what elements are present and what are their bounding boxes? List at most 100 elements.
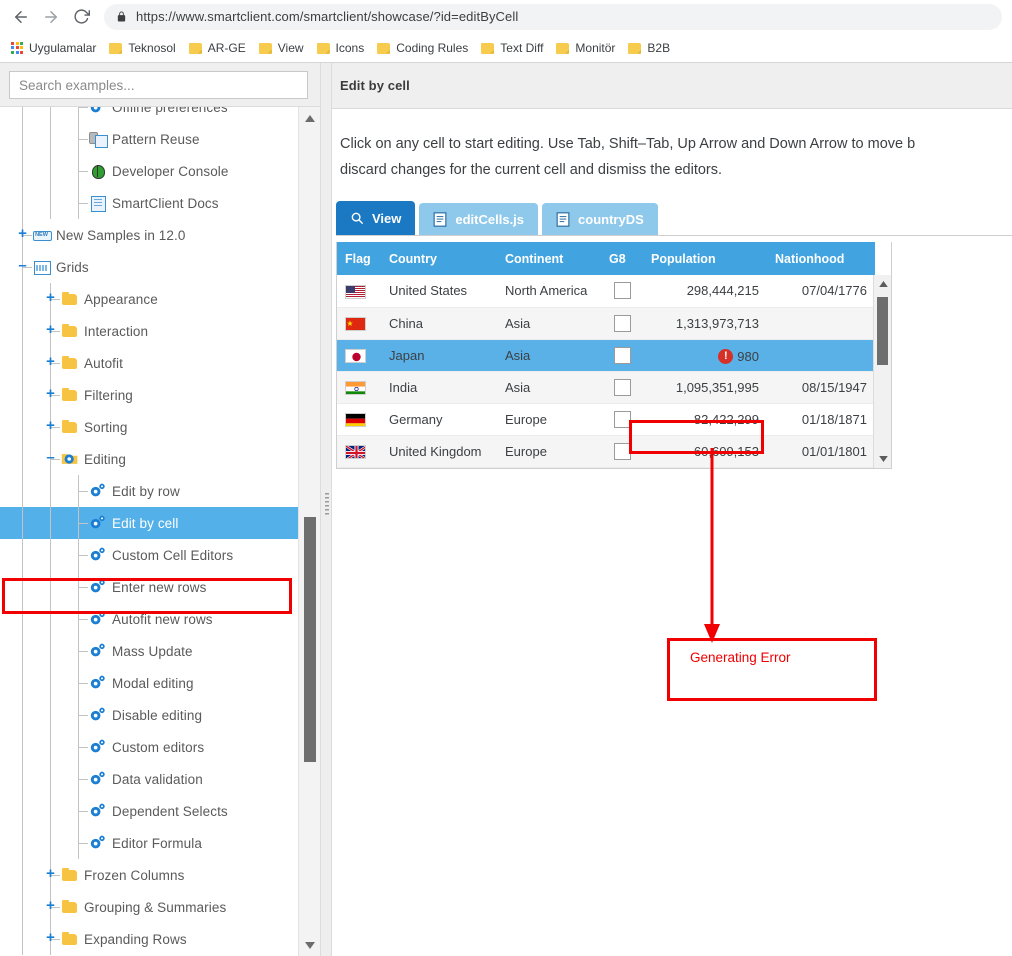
tree-item-pattern-reuse[interactable]: Pattern Reuse <box>0 123 298 155</box>
tree-toggle-collapse-icon[interactable]: – <box>16 258 29 273</box>
tree-toggle-expand-icon[interactable]: + <box>44 866 57 881</box>
bookmark-ar-ge[interactable]: AR-GE <box>184 37 254 59</box>
tree-item-autofit[interactable]: + Autofit <box>0 347 298 379</box>
column-header-continent[interactable]: Continent <box>497 242 601 275</box>
cell-flag[interactable] <box>337 403 381 436</box>
cell-population[interactable]: 298,444,215 <box>643 275 767 308</box>
table-row[interactable]: United States North America 298,444,215 07/… <box>337 275 875 308</box>
scroll-up-icon[interactable] <box>299 107 320 129</box>
cell-continent[interactable]: Asia <box>497 371 601 404</box>
grid-scroll-thumb[interactable] <box>877 297 888 365</box>
cell-population[interactable]: 1,095,351,995 <box>643 371 767 404</box>
cell-country[interactable]: India <box>381 371 497 404</box>
tree-item-developer-console[interactable]: Developer Console <box>0 155 298 187</box>
bookmark-view[interactable]: View <box>254 37 312 59</box>
cell-continent[interactable]: Asia <box>497 339 601 372</box>
tree-item-enter-new-rows[interactable]: Enter new rows <box>0 571 298 603</box>
cell-g8[interactable] <box>601 371 643 404</box>
g8-checkbox[interactable] <box>613 378 631 396</box>
cell-continent[interactable]: Europe <box>497 435 601 468</box>
tree-item-autofit-new-rows[interactable]: Autofit new rows <box>0 603 298 635</box>
cell-g8[interactable] <box>601 403 643 436</box>
forward-arrow-icon[interactable] <box>36 3 66 31</box>
search-input[interactable] <box>9 71 308 99</box>
cell-country[interactable]: United Kingdom <box>381 435 497 468</box>
tree-item-filtering[interactable]: + Filtering <box>0 379 298 411</box>
g8-checkbox[interactable] <box>613 442 631 460</box>
tree-item-sorting[interactable]: + Sorting <box>0 411 298 443</box>
cell-g8[interactable] <box>601 339 643 372</box>
tree-toggle-expand-icon[interactable]: + <box>16 226 29 241</box>
g8-checkbox[interactable] <box>613 346 631 364</box>
cell-country[interactable]: United States <box>381 275 497 308</box>
grid-scroll-up-icon[interactable] <box>874 275 892 292</box>
table-row[interactable]: Japan Asia! 980 <box>337 339 875 372</box>
cell-g8[interactable] <box>601 435 643 468</box>
cell-continent[interactable]: Asia <box>497 307 601 340</box>
tree-item-grids[interactable]: – Grids <box>0 251 298 283</box>
tree-toggle-expand-icon[interactable]: + <box>44 386 57 401</box>
cell-nationhood[interactable] <box>767 339 875 372</box>
sidebar-scroll-thumb[interactable] <box>304 517 316 762</box>
tree-toggle-collapse-icon[interactable]: – <box>44 450 57 465</box>
tree-item-edit-by-cell[interactable]: Edit by cell <box>0 507 298 539</box>
cell-g8[interactable] <box>601 307 643 340</box>
grid-scroll-down-icon[interactable] <box>874 451 892 468</box>
tree-toggle-expand-icon[interactable]: + <box>44 290 57 305</box>
tree-item-edit-by-row[interactable]: Edit by row <box>0 475 298 507</box>
tree-toggle-expand-icon[interactable]: + <box>44 930 57 945</box>
sidebar-scrollbar[interactable] <box>298 107 320 956</box>
cell-flag[interactable] <box>337 307 381 340</box>
column-header-country[interactable]: Country <box>381 242 497 275</box>
column-header-g8[interactable]: G8 <box>601 242 643 275</box>
cell-nationhood[interactable] <box>767 307 875 340</box>
bookmark-apps[interactable]: Uygulamalar <box>6 37 104 59</box>
column-header-population[interactable]: Population <box>643 242 767 275</box>
bookmark-text-diff[interactable]: Text Diff <box>476 37 551 59</box>
address-bar[interactable]: https://www.smartclient.com/smartclient/… <box>104 3 1002 30</box>
tree-item-disable-editing[interactable]: Disable editing <box>0 699 298 731</box>
cell-nationhood[interactable]: 01/01/1801 <box>767 435 875 468</box>
tree-item-custom-editors[interactable]: Custom editors <box>0 731 298 763</box>
grid-scrollbar[interactable] <box>873 275 891 468</box>
tree-item-offline-preferences[interactable]: Offline preferences <box>0 107 298 123</box>
cell-population[interactable]: 1,313,973,713 <box>643 307 767 340</box>
cell-flag[interactable] <box>337 275 381 308</box>
tree-item-data-validation[interactable]: Data validation <box>0 763 298 795</box>
cell-flag[interactable] <box>337 435 381 468</box>
cell-flag[interactable] <box>337 339 381 372</box>
table-row[interactable]: Germany Europe 82,422,299 01/18/1871 <box>337 403 875 436</box>
tree-item-interaction[interactable]: + Interaction <box>0 315 298 347</box>
back-arrow-icon[interactable] <box>6 3 36 31</box>
bookmark-monitor[interactable]: Monitör <box>551 37 623 59</box>
tree-toggle-expand-icon[interactable]: + <box>44 354 57 369</box>
cell-flag[interactable] <box>337 371 381 404</box>
tree-toggle-expand-icon[interactable]: + <box>44 898 57 913</box>
cell-nationhood[interactable]: 08/15/1947 <box>767 371 875 404</box>
tab-view[interactable]: View <box>336 201 416 235</box>
cell-population[interactable]: 82,422,299 <box>643 403 767 436</box>
tree-item-smartclient-docs[interactable]: SmartClient Docs <box>0 187 298 219</box>
cell-continent[interactable]: North America <box>497 275 601 308</box>
g8-checkbox[interactable] <box>613 314 631 332</box>
cell-g8[interactable] <box>601 275 643 308</box>
panel-splitter[interactable] <box>320 63 332 956</box>
cell-country[interactable]: China <box>381 307 497 340</box>
table-row[interactable]: India Asia 1,095,351,995 08/15/1947 <box>337 371 875 404</box>
g8-checkbox[interactable] <box>613 282 631 300</box>
tree-item-modal-editing[interactable]: Modal editing <box>0 667 298 699</box>
scroll-down-icon[interactable] <box>299 934 320 956</box>
cell-continent[interactable]: Europe <box>497 403 601 436</box>
tree-item-new-samples-in-12-0[interactable]: + New Samples in 12.0 <box>0 219 298 251</box>
tree-item-editor-formula[interactable]: Editor Formula <box>0 827 298 859</box>
tree-item-appearance[interactable]: + Appearance <box>0 283 298 315</box>
g8-checkbox[interactable] <box>613 410 631 428</box>
tree-toggle-expand-icon[interactable]: + <box>44 418 57 433</box>
tab-countryds[interactable]: countryDS <box>542 203 658 235</box>
tree-item-editing[interactable]: – Editing <box>0 443 298 475</box>
cell-nationhood[interactable]: 01/18/1871 <box>767 403 875 436</box>
column-header-flag[interactable]: Flag <box>337 242 381 275</box>
tree-item-custom-cell-editors[interactable]: Custom Cell Editors <box>0 539 298 571</box>
cell-country[interactable]: Japan <box>381 339 497 372</box>
table-row[interactable]: United Kingdom Europe 60,609,153 01/01/1801 <box>337 435 875 468</box>
